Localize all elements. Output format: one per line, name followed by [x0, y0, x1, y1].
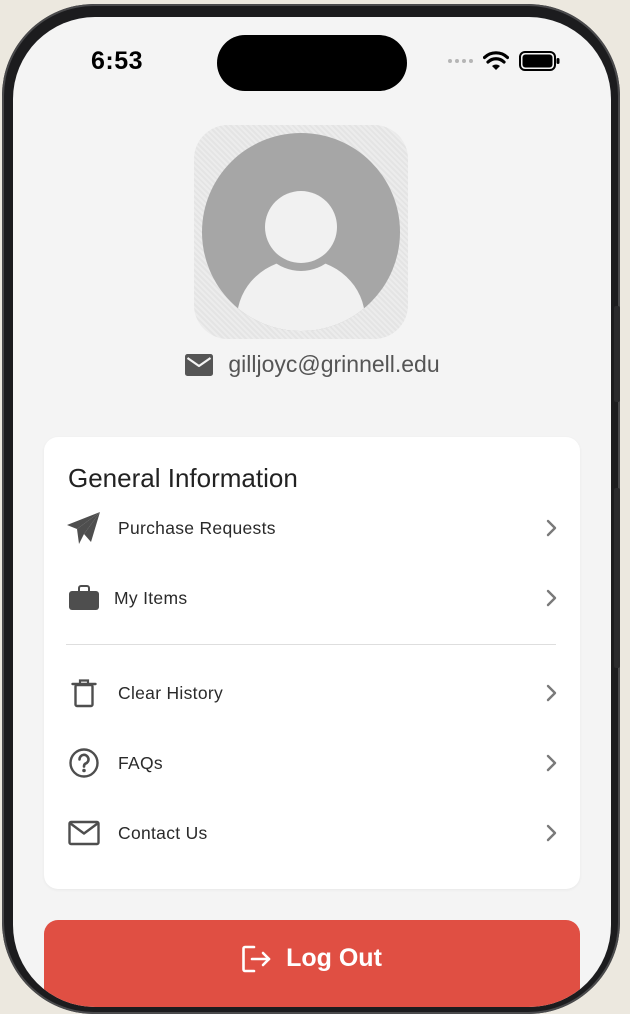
question-circle-icon	[66, 745, 102, 781]
trash-icon	[66, 675, 102, 711]
dynamic-island	[217, 35, 407, 91]
log-out-button[interactable]: Log Out	[44, 920, 580, 1007]
side-button	[614, 488, 620, 668]
status-icons	[448, 51, 561, 71]
envelope-icon	[185, 353, 214, 376]
avatar-head	[265, 191, 337, 263]
battery-icon	[519, 51, 560, 71]
cellular-signal-icon	[448, 59, 473, 63]
paper-plane-icon	[66, 510, 102, 546]
clear-history-row[interactable]: Clear History	[66, 670, 560, 716]
briefcase-icon	[66, 580, 102, 616]
log-out-label: Log Out	[286, 944, 382, 972]
user-email: gilljoyc@grinnell.edu	[228, 351, 440, 377]
clear-history-label: Clear History	[118, 682, 224, 703]
contact-us-row[interactable]: Contact Us	[66, 810, 560, 856]
email-row: gilljoyc@grinnell.edu	[13, 351, 611, 378]
avatar	[202, 133, 400, 331]
my-items-row[interactable]: My Items	[66, 575, 560, 621]
wifi-icon	[483, 51, 509, 70]
log-out-content: Log Out	[242, 944, 382, 973]
general-information-card: General Information Purchase Requests My…	[44, 437, 580, 889]
avatar-container[interactable]	[194, 125, 408, 339]
chevron-right-icon	[544, 753, 560, 773]
chevron-right-icon	[544, 683, 560, 703]
phone-frame: 6:53 gilljoyc@grinnell.edu General Infor…	[2, 4, 620, 1014]
contact-us-label: Contact Us	[118, 822, 208, 843]
divider	[66, 644, 556, 645]
log-out-icon	[242, 945, 271, 972]
card-title: General Information	[68, 463, 298, 493]
purchase-requests-label: Purchase Requests	[118, 517, 276, 538]
envelope-outline-icon	[66, 815, 102, 851]
my-items-label: My Items	[114, 587, 188, 608]
purchase-requests-row[interactable]: Purchase Requests	[66, 505, 560, 551]
faqs-row[interactable]: FAQs	[66, 740, 560, 786]
chevron-right-icon	[544, 588, 560, 608]
app-screen: 6:53 gilljoyc@grinnell.edu General Infor…	[13, 17, 611, 1007]
side-button	[614, 306, 620, 402]
status-time: 6:53	[91, 47, 144, 75]
chevron-right-icon	[544, 823, 560, 843]
chevron-right-icon	[544, 518, 560, 538]
faqs-label: FAQs	[118, 752, 163, 773]
